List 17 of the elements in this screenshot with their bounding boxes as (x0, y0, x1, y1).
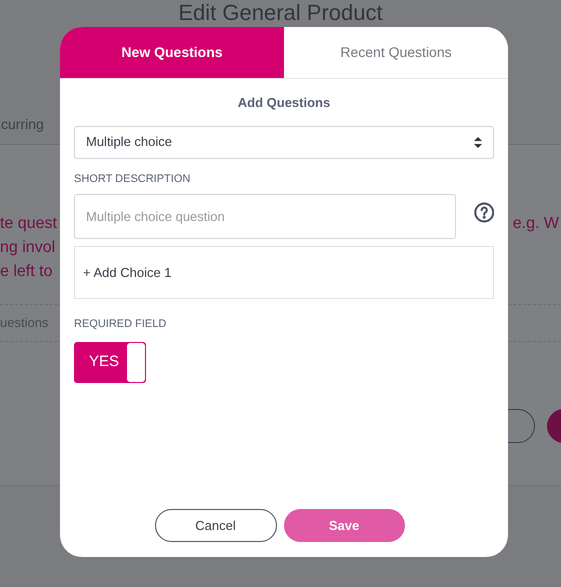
description-text: ng invol (0, 238, 56, 258)
description-text: e.g. W (512, 214, 559, 234)
add-choice-button[interactable]: + Add Choice 1 (83, 262, 172, 282)
field-label: REQUIRED FIELD (74, 317, 168, 332)
dialog-heading: Add Questions (238, 94, 330, 112)
description-text: te quest (0, 214, 57, 234)
description-text: e left to (0, 262, 52, 282)
field-label: SHORT DESCRIPTION (74, 172, 192, 186)
page-title: Edit General Product (178, 0, 383, 26)
help-icon[interactable] (474, 202, 494, 223)
description-field[interactable]: Multiple choice question (74, 194, 456, 239)
cancel-button[interactable]: Cancel (154, 509, 276, 542)
tab[interactable]: New Questions (60, 27, 284, 78)
sort-icon (474, 136, 482, 148)
save-button[interactable]: Save (284, 509, 404, 542)
question-type-select[interactable]: Multiple choice (74, 126, 494, 158)
required-toggle[interactable]: YES (74, 342, 146, 382)
